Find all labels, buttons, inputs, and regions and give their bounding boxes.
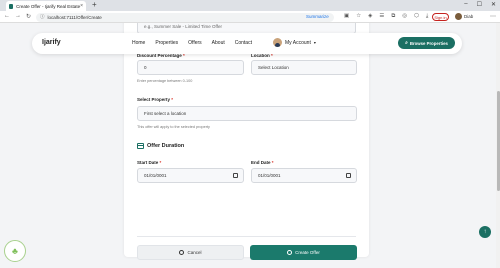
offer-duration-heading: Offer Duration — [137, 143, 184, 149]
reader-icon[interactable]: ▣ — [344, 13, 349, 20]
start-date-input[interactable]: 01/01/0001 — [137, 168, 244, 183]
nav-link-properties[interactable]: Properties — [155, 40, 178, 46]
more-menu-icon[interactable]: ⋯ — [490, 13, 496, 20]
chevron-down-icon: ▾ — [313, 40, 316, 45]
info-icon: ⓘ — [40, 14, 45, 19]
end-date-input[interactable]: 01/01/0001 — [251, 168, 357, 183]
nav-buttons: ← → ↻ — [4, 13, 31, 20]
copilot-icon[interactable]: ◎ — [402, 13, 407, 20]
nav-link-contact[interactable]: Contact — [235, 40, 252, 46]
cancel-label: Cancel — [187, 250, 202, 255]
search-icon: ⌕ — [405, 40, 408, 46]
url-field[interactable]: ⓘ localhost:7111/Offer/Create — [36, 12, 334, 22]
location-value: Select Location — [258, 65, 289, 70]
property-help: This offer will apply to the selected pr… — [137, 125, 210, 129]
arrow-up-icon: ↑ — [483, 229, 487, 235]
reload-icon[interactable]: ↻ — [26, 13, 31, 20]
scroll-to-top-button[interactable]: ↑ — [479, 226, 491, 238]
create-offer-label: Create Offer — [295, 250, 320, 255]
form-divider — [137, 236, 356, 237]
favicon-icon — [9, 3, 14, 9]
maximize-button[interactable]: ☐ — [477, 1, 482, 8]
offer-form-card: e.g., Summer Sale - Limited Time Offer D… — [124, 23, 369, 260]
profile-button[interactable]: Diab — [455, 13, 473, 20]
forward-icon[interactable]: → — [15, 13, 21, 20]
shield-icon[interactable]: ⬡ — [414, 13, 419, 20]
leaf-logo-icon: ♣ — [4, 240, 26, 262]
browser-tab[interactable]: Create Offer - Ijarify Real Estate × — [6, 1, 86, 11]
scrollbar[interactable] — [496, 23, 500, 268]
end-date-value: 01/01/0001 — [258, 173, 281, 178]
extension-icon[interactable]: ◈ — [368, 13, 372, 20]
offer-title-placeholder: e.g., Summer Sale - Limited Time Offer — [144, 24, 222, 29]
page-content: e.g., Summer Sale - Limited Time Offer D… — [0, 23, 500, 268]
summarize-button[interactable]: Summarize — [306, 14, 329, 19]
discount-value: 0 — [144, 65, 147, 70]
toolbar-icons: ▣ ☆ ◈ ☰ ⧉ ◎ ⬡ ⤓ — [344, 13, 428, 20]
download-icon[interactable]: ⤓ — [426, 13, 428, 20]
cancel-icon — [179, 250, 185, 255]
browser-tab-bar: Create Offer - Ijarify Real Estate × + –… — [0, 0, 500, 11]
window-controls: – ☐ ✕ — [464, 1, 496, 8]
start-date-value: 01/01/0001 — [144, 173, 167, 178]
discount-help: Enter percentage between 0-100 — [137, 79, 193, 83]
scrollbar-thumb[interactable] — [496, 91, 500, 191]
calendar-icon — [137, 143, 144, 149]
nav-links: Home Properties Offers About Contact — [132, 40, 252, 46]
tab-close-icon[interactable]: × — [80, 3, 83, 9]
tab-title: Create Offer - Ijarify Real Estate — [16, 3, 81, 9]
location-select[interactable]: Select Location — [251, 60, 357, 75]
calendar-picker-icon[interactable] — [346, 173, 351, 178]
nav-link-home[interactable]: Home — [132, 40, 145, 46]
sign-in-button[interactable]: Sign in — [432, 13, 449, 21]
end-date-label: End Date * — [251, 160, 274, 165]
collections-icon[interactable]: ⧉ — [391, 13, 395, 20]
favorites-icon[interactable]: ☰ — [379, 13, 384, 20]
account-menu[interactable]: My Account ▾ — [273, 38, 316, 47]
back-icon[interactable]: ← — [4, 13, 10, 20]
nav-link-offers[interactable]: Offers — [188, 40, 202, 46]
profile-avatar — [455, 13, 462, 20]
avatar — [273, 38, 282, 47]
new-tab-button[interactable]: + — [92, 0, 97, 9]
url-text: localhost:7111/Offer/Create — [47, 14, 102, 20]
star-icon[interactable]: ☆ — [356, 13, 361, 20]
property-label: Select Property * — [137, 97, 174, 102]
start-date-label: Start Date * — [137, 160, 162, 165]
property-select[interactable]: First select a location — [137, 106, 357, 121]
nav-link-about[interactable]: About — [212, 40, 225, 46]
browse-properties-label: Browse Properties — [409, 40, 448, 46]
minimize-button[interactable]: – — [464, 1, 467, 8]
site-navbar: Ijarify Home Properties Offers About Con… — [32, 33, 462, 54]
check-circle-icon — [287, 250, 293, 255]
profile-name: Diab — [464, 14, 474, 19]
cancel-button[interactable]: Cancel — [137, 245, 244, 260]
discount-input[interactable]: 0 — [137, 60, 244, 75]
create-offer-button[interactable]: Create Offer — [250, 245, 357, 260]
account-label: My Account — [285, 39, 311, 46]
browse-properties-button[interactable]: ⌕ Browse Properties — [398, 37, 455, 49]
property-value: First select a location — [144, 111, 187, 116]
calendar-picker-icon[interactable] — [233, 173, 238, 178]
close-window-button[interactable]: ✕ — [491, 1, 496, 8]
address-bar-row: ← → ↻ ⓘ localhost:7111/Offer/Create Summ… — [0, 11, 500, 23]
site-logo[interactable]: Ijarify — [42, 39, 61, 46]
